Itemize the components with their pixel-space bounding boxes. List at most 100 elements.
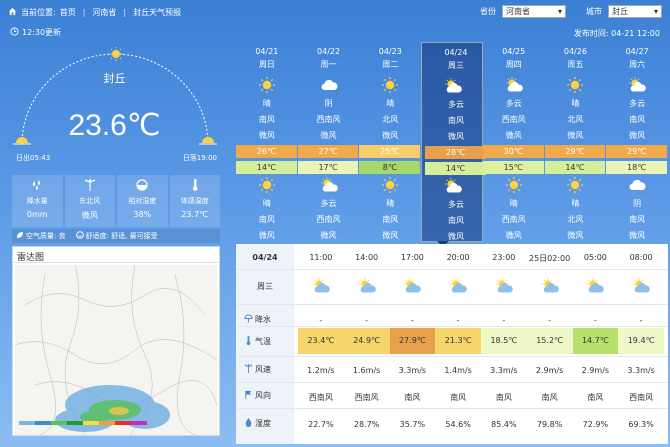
hour-wind-direction: 南风 — [495, 393, 512, 402]
partly-cloudy-icon — [541, 277, 559, 297]
hour-wind-direction: 南风 — [587, 393, 604, 402]
hour-temp: 21.3℃ — [435, 328, 481, 354]
temp-label: 气温 — [255, 337, 271, 346]
breadcrumb-province-link[interactable]: 河南省 — [92, 7, 116, 18]
day-column[interactable]: 04/22 周一阴西南风 微风 27℃ 17℃ 多云 西南风 微风 — [297, 42, 360, 242]
high-temp: 25℃ — [359, 145, 421, 158]
partly-cloudy-icon — [312, 277, 330, 297]
hour-humidity: 69.3% — [628, 420, 654, 429]
sun-icon — [381, 176, 399, 197]
day-column[interactable]: 04/24 周三 多云 南风 微风 28℃ 14℃ 多云 南风 微风 — [421, 42, 486, 242]
current-temperature: 23.6℃ — [68, 109, 161, 142]
hour-precip: - — [365, 316, 369, 325]
sun-icon — [505, 176, 523, 197]
high-temp: 28℃ — [425, 146, 486, 159]
low-temp: 15℃ — [482, 161, 544, 174]
low-temp: 18℃ — [606, 161, 667, 174]
province-select[interactable]: 河南省 ▾ — [502, 5, 566, 18]
cloud-icon — [628, 176, 646, 197]
day-wind-direction: 南风 — [447, 116, 464, 125]
hour-precip: - — [593, 316, 597, 325]
radar-map[interactable] — [15, 265, 217, 435]
comfort-icon — [75, 231, 84, 241]
humidity-icon — [135, 179, 149, 194]
day-date: 04/22 — [317, 47, 341, 56]
hourly-column: 20:00 - 21.3℃ 1.4m/s 南风 54.6% — [435, 244, 481, 444]
sun-icon — [258, 176, 276, 197]
stat-label: 体感温度 — [180, 197, 209, 205]
hour-time: 08:00 — [629, 253, 653, 262]
day-date: 04/25 — [502, 47, 526, 56]
hour-time: 05:00 — [583, 253, 607, 262]
low-temp: 8℃ — [359, 161, 421, 174]
high-temp: 27℃ — [297, 145, 359, 158]
day-date: 04/27 — [625, 47, 649, 56]
stat-precipitation: 降水量 0mm — [12, 175, 63, 227]
hour-precip: - — [548, 316, 552, 325]
temp-row-label: 气温 — [244, 336, 271, 347]
day-weekday: 周三 — [447, 61, 464, 70]
hour-humidity: 28.7% — [353, 420, 380, 429]
hour-time: 14:00 — [355, 253, 379, 262]
day-column[interactable]: 04/26 周五晴北风 微风 29℃ 14℃ 晴北风 微风 — [544, 42, 607, 242]
thermometer-icon — [244, 336, 253, 347]
day-column[interactable]: 04/21 周日晴南风 微风 26℃ 14℃ 晴南风 微风 — [236, 42, 298, 242]
stat-label: 东北风 — [79, 197, 101, 205]
city-select[interactable]: 封丘 ▾ — [608, 5, 662, 18]
night-wind-level: 微风 — [629, 231, 646, 240]
stat-wind: 东北风 微风 — [64, 175, 115, 227]
day-column[interactable]: 04/25 周四 多云 西南风 微风 30℃ 15℃ 晴西南风 微风 — [482, 42, 545, 242]
breadcrumb-label: 当前位置: — [21, 7, 56, 17]
night-wind-level: 微风 — [505, 231, 522, 240]
stat-value: 38% — [133, 210, 152, 219]
chevron-down-icon: ▾ — [653, 7, 658, 16]
day-weather: 晴 — [571, 99, 580, 108]
hour-temp: 14.7℃ — [572, 328, 619, 354]
day-weather: 晴 — [386, 99, 395, 108]
sun-arc — [13, 47, 217, 145]
day-column[interactable]: 04/27 周六 多云 南风 微风 29℃ 18℃ 阴南风 微风 — [606, 42, 668, 242]
day-weekday: 周六 — [629, 60, 646, 69]
day-date: 04/21 — [255, 47, 279, 56]
precip-label: 降水 — [255, 315, 271, 324]
hour-temp: 24.9℃ — [343, 328, 390, 354]
leaf-icon — [16, 231, 24, 241]
day-date: 04/24 — [444, 48, 468, 57]
hour-wind-direction: 南风 — [404, 393, 421, 402]
hourly-column: 25日02:00 - 15.2℃ 2.9m/s 南风 79.8% — [526, 244, 573, 444]
breadcrumb: 当前位置: 首页 | 河南省 | 封丘天气预报 — [8, 7, 181, 18]
partly-cloudy-icon — [505, 76, 523, 97]
day-weekday: 周四 — [505, 60, 522, 69]
update-time: 12:30更新 — [10, 27, 61, 38]
stat-feels-like: 体感温度 23.7℃ — [169, 175, 220, 227]
hour-precip: - — [319, 316, 323, 325]
day-wind-level: 微风 — [382, 131, 399, 140]
day-weather: 多云 — [629, 99, 646, 108]
night-wind-direction: 南风 — [258, 215, 275, 224]
breadcrumb-separator: | — [82, 7, 86, 17]
hour-wind-speed: 3.3m/s — [627, 366, 655, 375]
hour-wind-speed: 2.9m/s — [581, 366, 610, 375]
umbrella-icon — [244, 314, 253, 325]
low-temp: 14℃ — [544, 161, 606, 174]
night-weather: 晴 — [509, 199, 518, 208]
hourly-column: 11:00 - 23.4℃ 1.2m/s 西南风 22.7% — [298, 244, 344, 444]
day-wind-level: 微风 — [447, 132, 464, 141]
partly-cloudy-icon — [320, 176, 338, 197]
hourly-forecast: 04/24 周三 降水 气温 风速 风向 湿度 11:00 - 23.4℃ 1.2m/… — [236, 244, 668, 444]
partly-cloudy-icon — [444, 177, 462, 197]
night-wind-direction: 南风 — [447, 216, 464, 225]
night-wind-level: 微风 — [567, 231, 584, 240]
flag-icon — [244, 390, 253, 401]
thermometer-icon — [188, 179, 202, 194]
wind-dir-row-label: 风向 — [244, 390, 271, 401]
night-wind-direction: 北风 — [567, 215, 584, 224]
night-weather: 阴 — [633, 199, 642, 208]
night-weather: 晴 — [262, 199, 271, 208]
hour-humidity: 79.8% — [536, 420, 563, 429]
daily-forecast: 04/21 周日晴南风 微风 26℃ 14℃ 晴南风 微风 04/22 周一阴西南风 微风 27℃ 1… — [236, 42, 668, 242]
breadcrumb-home-link[interactable]: 首页 — [60, 7, 76, 18]
province-label: 省份 — [480, 7, 496, 16]
comfort: 舒适度: 舒适, 最可接受 — [75, 231, 158, 241]
day-column[interactable]: 04/23 周二晴北风 微风 25℃ 8℃ 晴南风 微风 — [359, 42, 421, 242]
